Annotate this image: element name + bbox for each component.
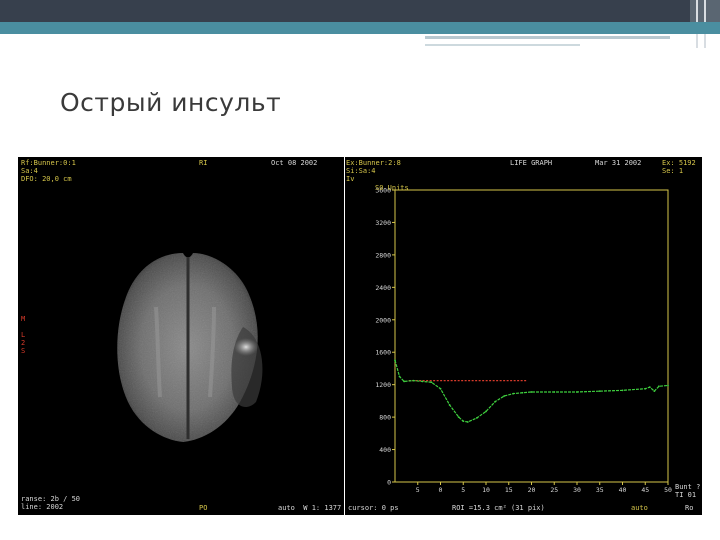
x-tick-label: 15 [505,486,513,494]
accent-line [425,44,580,46]
overlay-bottom-left: cursor: 0 ps [348,504,399,512]
x-tick-label: 45 [641,486,649,494]
data-point [530,391,533,393]
y-tick-label: 2000 [375,316,391,324]
roi-readout: ROI =15.3 cm² (31 pix) [452,504,545,512]
data-point [462,420,465,423]
brain-scan-image [117,253,263,442]
x-tick-label: 0 [439,486,443,494]
x-tick-label: 25 [550,486,558,494]
data-point [521,391,524,394]
data-point [394,359,396,362]
overlay-bottom-right: Ro [685,504,694,512]
data-point [448,404,451,406]
x-tick-label: 5 [461,486,465,494]
overlay-top-left: Ex:Bunner:2:8 Si:Sa:4 Iv [346,159,401,183]
data-point [494,400,496,403]
perfusion-chart: 040080012001600200024002800320036005 0 5 10… [375,187,672,495]
data-point [412,379,415,382]
data-point [476,417,478,419]
overlay-date: Oct 08 2002 [271,159,318,167]
accent-band [0,22,720,34]
y-tick-label: 0 [387,479,391,487]
y-tick-label: 2400 [375,284,391,292]
data-point [576,391,578,393]
data-point [658,385,660,388]
overlay-right-edge: Bunt ? TI 01 [675,483,701,499]
data-point [598,390,601,393]
data-point [430,381,433,384]
y-tick-label: 2800 [375,251,391,259]
data-point [403,380,405,383]
data-point [648,386,651,388]
data-point [512,392,515,395]
overlay-auto: auto [631,504,648,512]
x-tick-label: 35 [596,486,604,494]
data-point [421,380,424,383]
overlay-bottom-left: ranse: 2b / 50 line: 2002 [21,495,81,511]
data-point [621,389,624,392]
x-tick-label: 30 [573,486,581,494]
overlay-date: Mar 31 2002 [595,159,642,167]
data-point [553,391,556,393]
y-axis-label: S0 Units [375,184,409,192]
overlay-bottom-mid: PO [199,504,208,512]
accent-line [425,36,670,39]
data-point [457,416,460,419]
plot-frame [394,189,669,483]
header-band [0,0,720,22]
graph-title: LIFE GRAPH [510,159,553,167]
overlay-bottom-right: auto W 1: 1377 [278,504,342,512]
slide-title: Острый инсульт [60,88,282,117]
data-point [644,387,647,390]
data-point [439,387,442,390]
x-tick-label: 5 [416,486,420,494]
overlay-top-left: Rf:Bunner:0:1 Sa:4 DFO: 20,0 cm [21,159,76,183]
data-point [485,410,487,413]
x-tick-label: 10 [482,486,490,494]
y-tick-label: 400 [379,446,391,454]
y-tick-label: 1200 [375,381,391,389]
x-tick-label: 20 [528,486,536,494]
data-point [398,375,401,378]
y-tick-label: 1600 [375,349,391,357]
x-tick-label: 50 [664,486,672,494]
data-point [466,421,469,423]
x-tick-label: 40 [619,486,627,494]
data-point [653,390,656,393]
y-tick-label: 3200 [375,219,391,227]
data-point [667,384,669,387]
orientation-marks: M L 2 S [21,315,26,355]
mri-image-panel: Rf:Bunner:0:1 Sa:4 DFO: 20,0 cm RI Oct 0… [18,157,344,515]
data-point [503,395,506,397]
y-tick-label: 800 [379,414,391,422]
overlay-top-mid: RI [199,159,208,167]
overlay-top-right: Ex: 5192 Se: 1 [662,159,696,175]
perfusion-graph-panel: Ex:Bunner:2:8 Si:Sa:4 Iv LIFE GRAPH Mar … [345,157,702,515]
